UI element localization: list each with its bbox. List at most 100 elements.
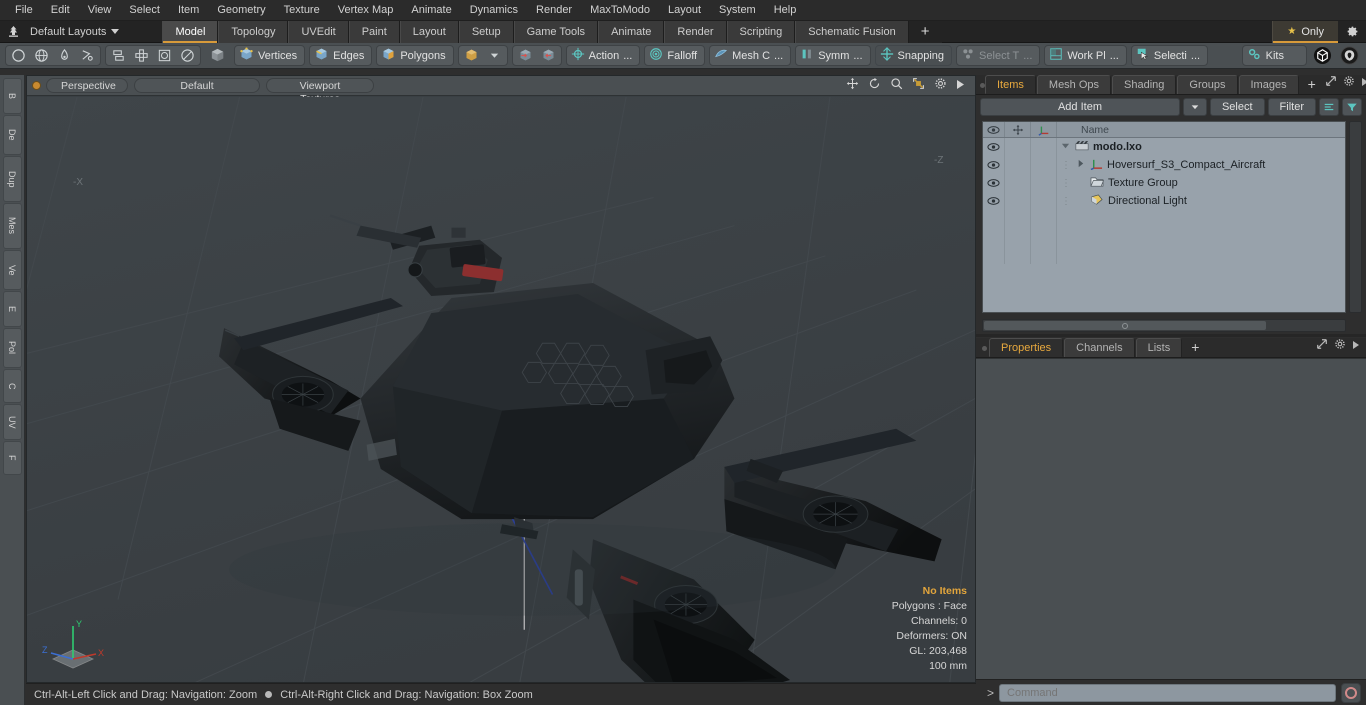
fit-icon[interactable] — [912, 77, 925, 95]
menu-item-geometry[interactable]: Geometry — [208, 0, 274, 21]
tab-shading[interactable]: Shading — [1112, 75, 1177, 94]
menu-item-animate[interactable]: Animate — [402, 0, 460, 21]
add-item-dropdown[interactable] — [1182, 98, 1207, 116]
play-arrow-icon[interactable] — [956, 77, 965, 95]
menu-item-layout[interactable]: Layout — [659, 0, 710, 21]
only-toggle-button[interactable]: ★ Only — [1272, 20, 1338, 43]
table-row[interactable]: ⋮ Directional Light — [983, 192, 1345, 210]
move-icon[interactable] — [846, 77, 859, 95]
viewport-shading-selector[interactable]: Viewport Textures — [266, 78, 374, 105]
play-arrow-icon[interactable] — [1352, 337, 1360, 355]
layout-tab-render[interactable]: Render — [664, 20, 727, 43]
row-axis-cell[interactable] — [1031, 192, 1057, 210]
row-axis-cell[interactable] — [1031, 156, 1057, 174]
rail-tab-edge[interactable]: E — [2, 291, 22, 327]
row-lock-cell[interactable] — [1005, 156, 1031, 174]
eye-icon[interactable] — [983, 122, 1005, 137]
row-lock-cell[interactable] — [1005, 138, 1031, 156]
action-center-button[interactable]: Action ... — [565, 45, 641, 66]
layout-tab-uvedit[interactable]: UVEdit — [288, 20, 349, 43]
row-lock-cell[interactable] — [1005, 192, 1031, 210]
properties-panel-body[interactable] — [976, 358, 1366, 679]
row-name-cell[interactable]: modo.lxo — [1057, 138, 1345, 156]
menu-item-edit[interactable]: Edit — [42, 0, 79, 21]
tab-groups[interactable]: Groups — [1177, 75, 1238, 94]
add-layout-tab-button[interactable]: + — [908, 20, 942, 43]
row-name-cell[interactable]: ⋮ Directional Light — [1057, 192, 1345, 210]
tab-items[interactable]: Items — [985, 75, 1036, 94]
layout-tab-setup[interactable]: Setup — [458, 20, 514, 43]
select-button[interactable]: Select — [1209, 98, 1265, 116]
layout-tab-scripting[interactable]: Scripting — [726, 20, 796, 43]
ellipse-icon[interactable] — [176, 46, 199, 65]
rail-tab-polygon[interactable]: Pol — [2, 328, 22, 368]
rail-tab-fusion[interactable]: F — [2, 441, 22, 475]
gear-icon[interactable] — [1334, 337, 1346, 355]
chevron-down-icon[interactable] — [483, 46, 506, 65]
menu-item-item[interactable]: Item — [169, 0, 208, 21]
rail-tab-deform[interactable]: De — [2, 115, 22, 155]
items-tree[interactable]: Name modo.lxo ⋮ Hoversurf_S3_Compact_Air… — [982, 121, 1346, 313]
selection-mode-vertices[interactable]: Vertices — [234, 45, 306, 66]
tab-lists[interactable]: Lists — [1135, 338, 1183, 357]
unreal-engine-icon[interactable] — [1338, 46, 1361, 65]
panel-divider[interactable] — [976, 334, 1366, 337]
command-input[interactable] — [999, 683, 1336, 702]
items-tree-vertical-scrollbar[interactable] — [1349, 121, 1362, 313]
table-row[interactable]: modo.lxo — [983, 138, 1345, 156]
rail-tab-mesh-edit[interactable]: Mes — [2, 203, 22, 249]
row-lock-cell[interactable] — [1005, 174, 1031, 192]
curve-icon[interactable] — [76, 46, 99, 65]
viewport-3d[interactable]: Perspective Default Viewport Textures — [26, 75, 976, 683]
tab-mesh-ops[interactable]: Mesh Ops — [1036, 75, 1112, 94]
items-cube-icon[interactable] — [460, 46, 483, 65]
add-properties-tab-button[interactable]: + — [1183, 338, 1207, 357]
menu-item-dynamics[interactable]: Dynamics — [461, 0, 527, 21]
menu-item-maxtomodo[interactable]: MaxToModo — [581, 0, 659, 21]
gear-icon[interactable] — [1343, 74, 1355, 92]
expander-right-icon[interactable] — [1076, 159, 1086, 171]
globe-icon[interactable] — [30, 46, 53, 65]
selection-mode-edges[interactable]: Edges — [309, 45, 373, 66]
rotate-icon[interactable] — [868, 77, 881, 95]
tab-images[interactable]: Images — [1238, 75, 1299, 94]
row-visibility-eye-icon[interactable] — [983, 156, 1005, 174]
menu-item-texture[interactable]: Texture — [275, 0, 329, 21]
table-row[interactable] — [983, 228, 1345, 246]
modo-cube-icon[interactable] — [1311, 46, 1334, 65]
layout-tab-animate[interactable]: Animate — [598, 20, 665, 43]
viewport-projection-selector[interactable]: Perspective — [46, 78, 128, 93]
select-through-button[interactable]: Select T ... — [956, 45, 1041, 66]
kits-button[interactable]: Kits — [1241, 45, 1307, 66]
row-visibility-eye-icon[interactable] — [983, 138, 1005, 156]
axis-icon[interactable] — [1031, 122, 1057, 137]
add-item-button[interactable]: Add Item — [980, 98, 1180, 116]
circle-icon[interactable] — [7, 46, 30, 65]
rail-tab-vertex[interactable]: Ve — [2, 250, 22, 290]
menu-item-select[interactable]: Select — [120, 0, 169, 21]
expand-icon[interactable] — [1316, 337, 1328, 355]
record-circle-icon[interactable] — [1341, 682, 1361, 703]
selection-set-button[interactable]: Selecti ... — [1130, 45, 1209, 66]
viewport-canvas[interactable]: -X -Z Y X Z No Items Polygons: Face Cha… — [27, 97, 975, 682]
gear-icon[interactable] — [934, 77, 947, 95]
scrollbar-thumb[interactable] — [984, 321, 1267, 330]
center-icon[interactable] — [130, 46, 153, 65]
menu-item-file[interactable]: File — [6, 0, 42, 21]
frame-icon[interactable] — [153, 46, 176, 65]
expander-down-icon[interactable] — [1061, 141, 1071, 153]
menu-item-system[interactable]: System — [710, 0, 765, 21]
tab-channels[interactable]: Channels — [1064, 338, 1135, 357]
row-name-cell[interactable]: ⋮ Texture Group — [1057, 174, 1345, 192]
funnel-icon[interactable] — [1342, 98, 1362, 116]
viewport-style-selector[interactable]: Default — [134, 78, 260, 93]
rail-tab-duplicate[interactable]: Dup — [2, 156, 22, 202]
layout-tab-layout[interactable]: Layout — [399, 20, 459, 43]
rail-tab-uv[interactable]: UV — [2, 404, 22, 440]
play-arrow-icon[interactable] — [1361, 74, 1366, 92]
table-row[interactable] — [983, 210, 1345, 228]
snapping-button[interactable]: Snapping — [874, 45, 953, 66]
default-layouts-selector[interactable]: Default Layouts — [26, 26, 120, 38]
add-panel-tab-button[interactable]: + — [1300, 75, 1324, 94]
row-axis-cell[interactable] — [1031, 138, 1057, 156]
